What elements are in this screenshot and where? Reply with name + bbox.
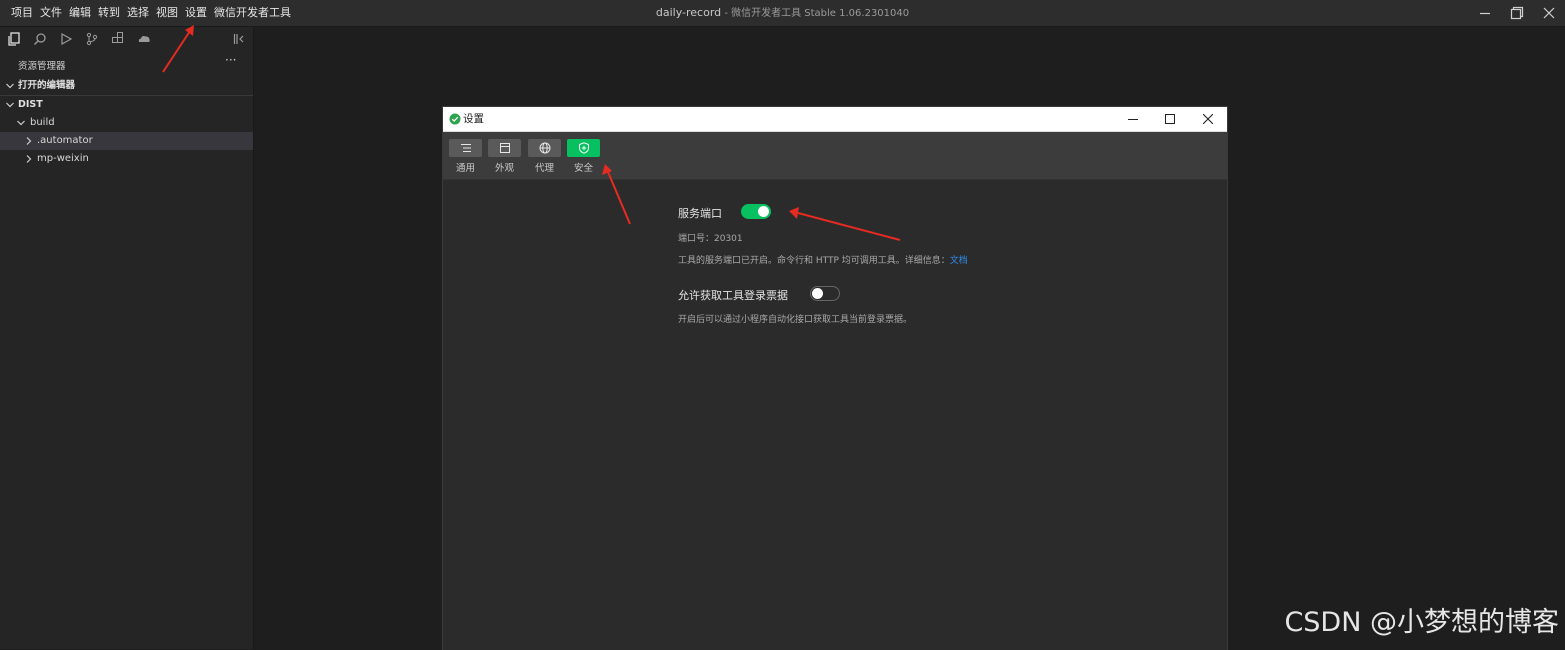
watermark: CSDN @小梦想的博客 xyxy=(1284,607,1559,638)
arrow-to-service-port-toggle xyxy=(789,207,901,241)
arrow-to-security-tab xyxy=(602,164,631,225)
annotation-arrows xyxy=(162,25,901,241)
arrow-to-settings-menu xyxy=(162,25,194,73)
